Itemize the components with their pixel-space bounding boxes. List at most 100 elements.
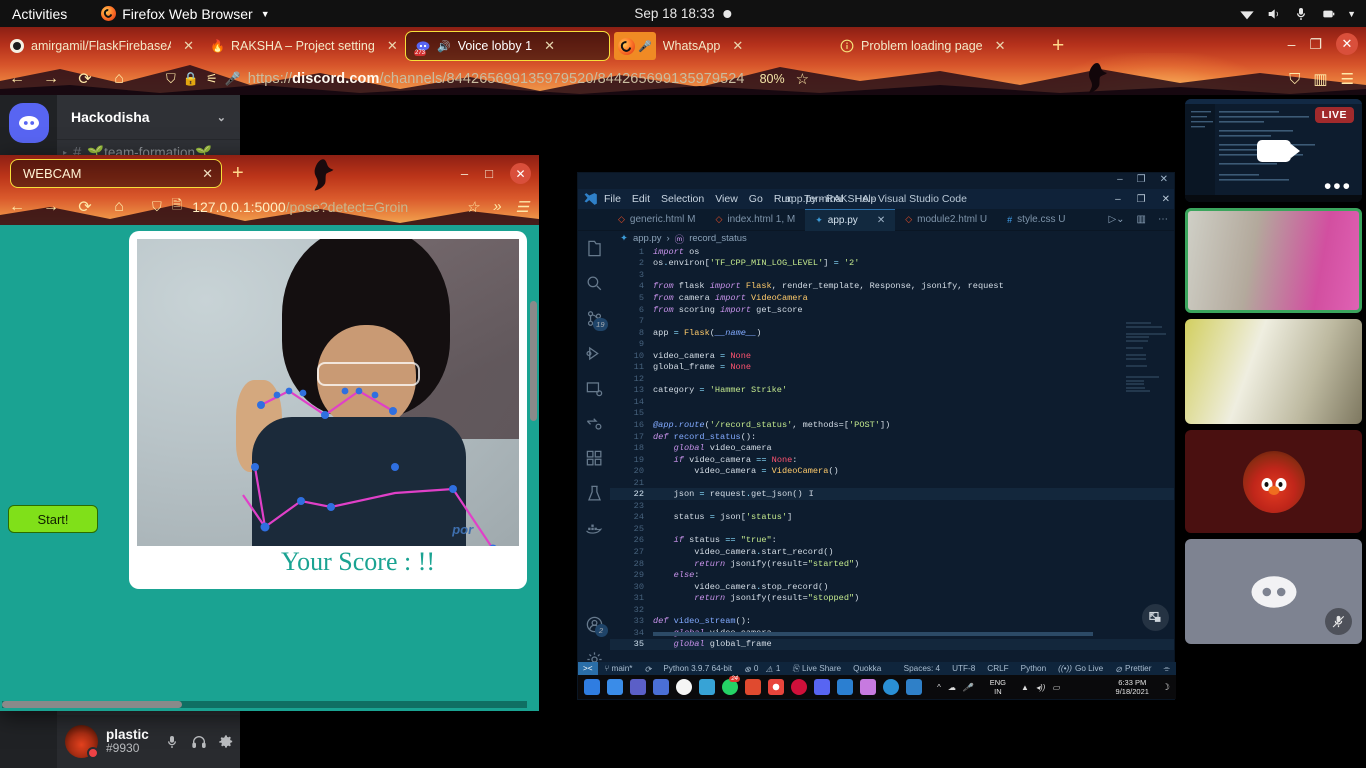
participant-tile-1[interactable] bbox=[1185, 208, 1362, 313]
menu-edit[interactable]: Edit bbox=[632, 193, 650, 205]
chevron-down-icon[interactable]: ▼ bbox=[1347, 9, 1356, 19]
wifi-icon[interactable]: ▲ bbox=[1021, 683, 1029, 692]
vscode-icon[interactable] bbox=[906, 679, 922, 695]
edge-icon[interactable] bbox=[883, 679, 899, 695]
mendeley-icon[interactable] bbox=[653, 679, 669, 695]
code-line[interactable]: 31 return jsonify(result="stopped") bbox=[610, 592, 1174, 604]
menu-view[interactable]: View bbox=[715, 193, 738, 205]
run-debug-icon[interactable] bbox=[585, 344, 604, 363]
code-line[interactable]: 13 category = 'Hammer Strike' bbox=[610, 385, 1174, 397]
code-line[interactable]: 5 from camera import VideoCamera bbox=[610, 292, 1174, 304]
page-icon[interactable]: 🗎 bbox=[172, 196, 182, 218]
extensions-icon[interactable] bbox=[585, 449, 604, 468]
code-line[interactable]: 20 video_camera = VideoCamera() bbox=[610, 465, 1174, 477]
maximize-button[interactable]: □ bbox=[485, 166, 493, 181]
chrome-icon[interactable] bbox=[768, 679, 784, 695]
gnome-system-tray[interactable]: ▼ bbox=[1239, 6, 1356, 22]
code-line[interactable]: 10 video_camera = None bbox=[610, 350, 1174, 362]
tab-problem-loading-page[interactable]: Problem loading page ✕ bbox=[830, 31, 1045, 61]
gnome-clock[interactable]: Sep 18 18:33 bbox=[634, 6, 732, 21]
hamburger-menu-icon[interactable]: ☰ bbox=[1341, 70, 1354, 88]
unity-icon[interactable] bbox=[837, 679, 853, 695]
code-line[interactable]: 4 from flask import Flask, render_templat… bbox=[610, 281, 1174, 293]
shield-icon[interactable]: ⛉ bbox=[166, 71, 176, 87]
participant-tile-4[interactable] bbox=[1185, 539, 1362, 644]
taskbar-clock[interactable]: 6:33 PM 9/18/2021 bbox=[1116, 678, 1155, 697]
lock-icon[interactable]: 🔒 bbox=[183, 71, 199, 87]
status-problems[interactable]: ⊗ 0 ⚠ 1 bbox=[738, 664, 786, 674]
editor-tab-module2-html[interactable]: ◇ module2.html U bbox=[895, 209, 997, 231]
server-header[interactable]: Hackodisha ⌄ bbox=[57, 95, 240, 140]
close-button[interactable]: ✕ bbox=[1160, 174, 1168, 185]
remote-explorer-icon[interactable] bbox=[585, 379, 604, 398]
webcam-popup-window[interactable]: WEBCAM ✕ + – □ ✕ ← → ⟳ ⌂ ⛉ 🗎 127.0.0.1:5… bbox=[0, 155, 539, 711]
code-line[interactable]: 32 bbox=[610, 604, 1174, 616]
sublime-icon[interactable] bbox=[860, 679, 876, 695]
picture-in-picture-button[interactable] bbox=[1142, 604, 1169, 631]
accounts-icon[interactable]: 2 bbox=[585, 615, 608, 637]
status-go-live[interactable]: ((•)) Go Live bbox=[1052, 664, 1109, 673]
close-icon[interactable]: ✕ bbox=[995, 38, 1006, 54]
participant-tile-2[interactable] bbox=[1185, 319, 1362, 424]
breadcrumb-file[interactable]: app.py bbox=[633, 233, 662, 244]
code-line[interactable]: 18 global video_camera bbox=[610, 442, 1174, 454]
code-line[interactable]: 19 if video_camera == None: bbox=[610, 454, 1174, 466]
microphone-icon[interactable]: 🎤 bbox=[963, 683, 973, 692]
status-indentation[interactable]: Spaces: 4 bbox=[898, 664, 946, 673]
feedback-icon[interactable]: ⌯ bbox=[1157, 664, 1176, 674]
maximize-button[interactable]: ❐ bbox=[1137, 194, 1146, 205]
code-line[interactable]: 15 bbox=[610, 408, 1174, 420]
editor-tab-index-html[interactable]: ◇ index.html 1, M bbox=[706, 209, 806, 231]
status-live-share[interactable]: ⎘ Live Share bbox=[786, 664, 847, 674]
status-python-version[interactable]: Python 3.9.7 64-bit bbox=[657, 664, 738, 673]
status-encoding[interactable]: UTF-8 bbox=[946, 664, 981, 673]
menu-file[interactable]: File bbox=[604, 193, 621, 205]
maximize-button[interactable]: ❐ bbox=[1137, 174, 1146, 185]
more-actions-icon[interactable]: ⋯ bbox=[1158, 214, 1168, 225]
menu-selection[interactable]: Selection bbox=[661, 193, 704, 205]
status-eol[interactable]: CRLF bbox=[981, 664, 1014, 673]
notifications-moon-icon[interactable]: ☽ bbox=[1162, 682, 1170, 693]
tab-amirgamil-flaskfirebase[interactable]: amirgamil/FlaskFirebaseA ✕ bbox=[0, 31, 200, 61]
home-button[interactable]: ⌂ bbox=[102, 64, 136, 94]
teams-icon[interactable] bbox=[630, 679, 646, 695]
code-line[interactable]: 8 app = Flask(__name__) bbox=[610, 327, 1174, 339]
start-button[interactable]: Start! bbox=[8, 505, 98, 533]
discord-icon[interactable] bbox=[814, 679, 830, 695]
zoom-level-badge[interactable]: 80% bbox=[760, 72, 785, 86]
status-prettier[interactable]: ⊘ Prettier bbox=[1109, 664, 1157, 674]
page-vertical-scrollbar[interactable] bbox=[530, 301, 537, 711]
editor-tab-style-css[interactable]: # style.css U bbox=[997, 209, 1075, 231]
close-icon[interactable]: ✕ bbox=[877, 215, 885, 226]
reload-button[interactable]: ⟳ bbox=[68, 64, 102, 94]
code-line[interactable]: 9 bbox=[610, 338, 1174, 350]
code-line[interactable]: 2 os.environ['TF_CPP_MIN_LOG_LEVEL'] = '2… bbox=[610, 258, 1174, 270]
code-line[interactable]: 30 video_camera.stop_record() bbox=[610, 581, 1174, 593]
code-line[interactable]: 25 bbox=[610, 523, 1174, 535]
minimize-button[interactable]: – bbox=[461, 166, 468, 181]
close-icon[interactable]: ✕ bbox=[202, 166, 213, 182]
breadcrumb-symbol[interactable]: record_status bbox=[689, 233, 747, 244]
minimize-button[interactable]: – bbox=[1115, 194, 1121, 205]
run-play-icon[interactable]: ▷⌄ bbox=[1108, 214, 1124, 225]
tab-webcam[interactable]: WEBCAM ✕ bbox=[10, 159, 222, 188]
address-bar[interactable]: ⛉ 🔒 ⚟ 🎤 https://discord.com/channels/844… bbox=[136, 64, 1289, 94]
participant-tile-3[interactable] bbox=[1185, 430, 1362, 533]
mail-icon[interactable] bbox=[699, 679, 715, 695]
live-share-icon[interactable] bbox=[585, 414, 604, 433]
app-menu-firefox[interactable]: Firefox Web Browser ▼ bbox=[101, 6, 270, 22]
activities-button[interactable]: Activities bbox=[12, 6, 67, 22]
code-line[interactable]: 21 bbox=[610, 477, 1174, 489]
overflow-chevron-icon[interactable]: » bbox=[493, 198, 501, 216]
back-button[interactable]: ← bbox=[0, 64, 34, 94]
code-line[interactable]: 16 @app.route('/record_status', methods=[… bbox=[610, 419, 1174, 431]
code-line[interactable]: 6 from scoring import get_score bbox=[610, 304, 1174, 316]
minimize-button[interactable]: – bbox=[1288, 36, 1296, 52]
code-line[interactable]: 14 bbox=[610, 396, 1174, 408]
home-button[interactable]: ⌂ bbox=[102, 192, 136, 222]
editor-horizontal-scrollbar[interactable] bbox=[653, 632, 1093, 636]
code-line[interactable]: 1 import os bbox=[610, 246, 1174, 258]
tab-raksha-project-settings[interactable]: 🔥 RAKSHA – Project setting ✕ bbox=[200, 31, 405, 61]
code-line[interactable]: 24 status = json['status'] bbox=[610, 512, 1174, 524]
code-line[interactable]: 22 json = request.get_json() I bbox=[610, 488, 1174, 501]
